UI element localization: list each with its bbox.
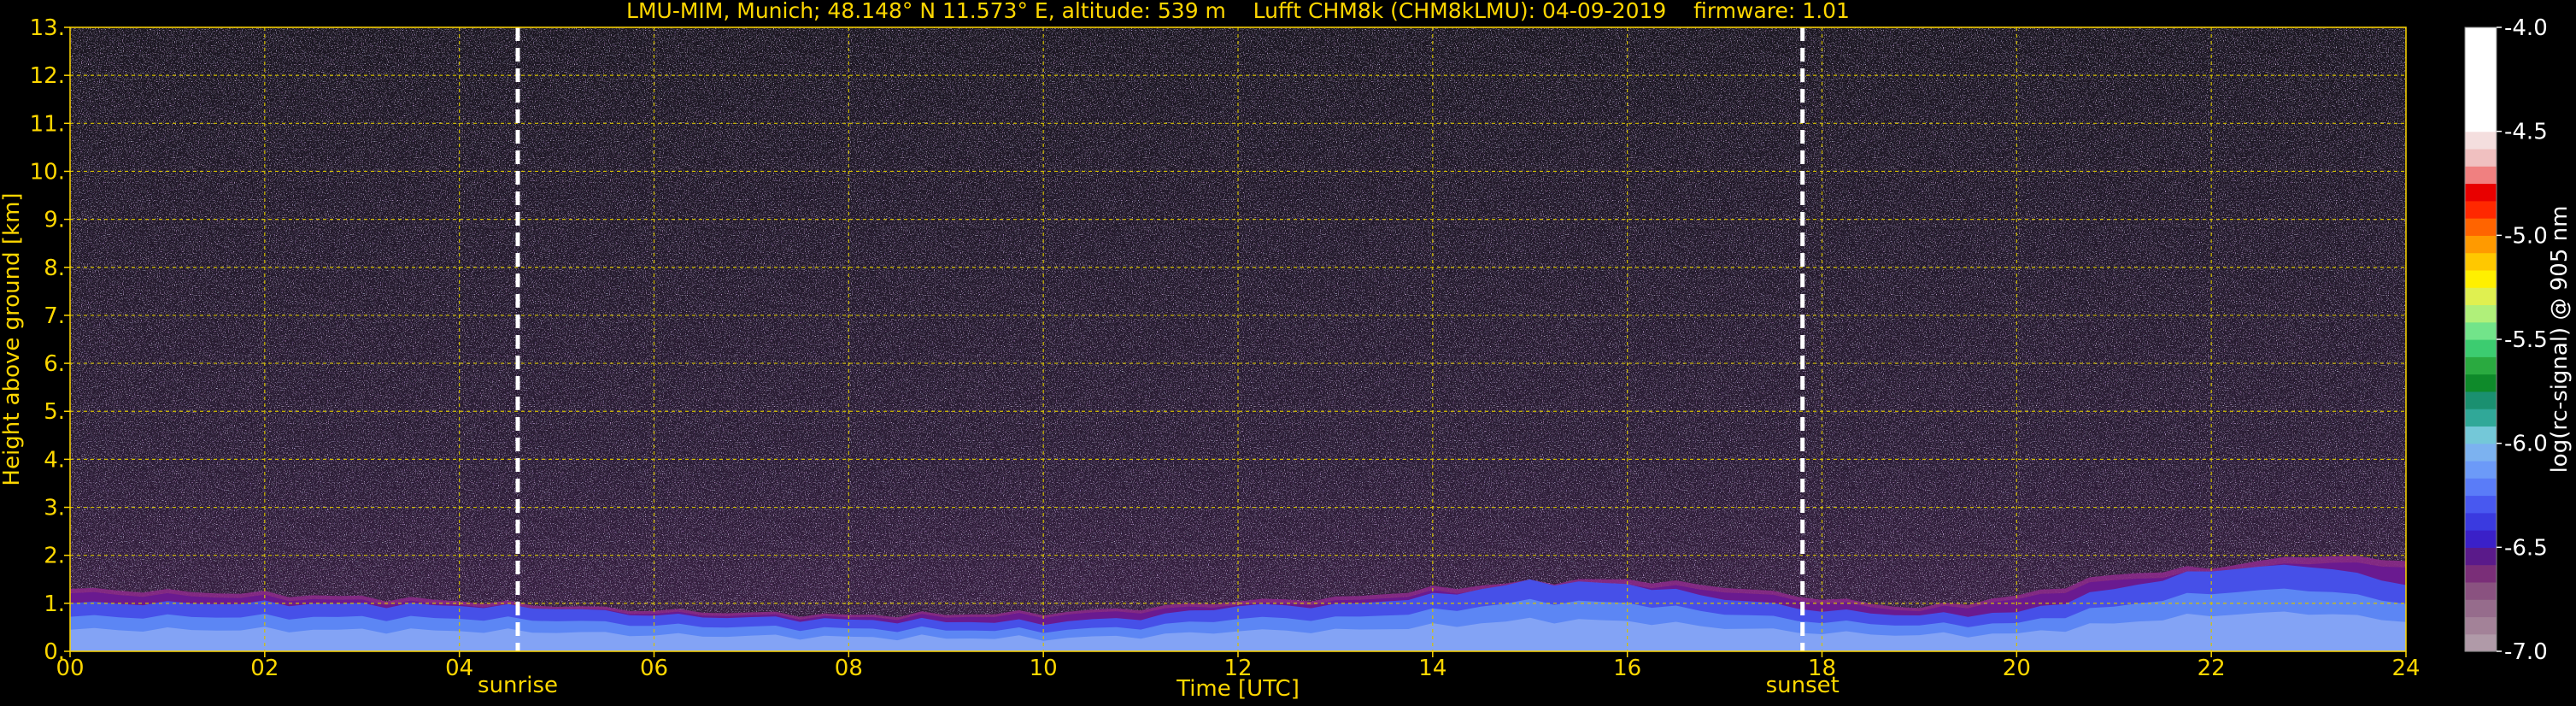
colorbar-swatch xyxy=(2465,27,2497,45)
x-tick-label: 16 xyxy=(1613,656,1641,681)
colorbar-swatch xyxy=(2465,287,2497,306)
x-tick-label: 04 xyxy=(445,656,473,681)
colorbar-swatch xyxy=(2465,530,2497,548)
x-tick-label: 14 xyxy=(1418,656,1446,681)
colorbar: -4.0 -4.5 -5.0 -5.5 -6.0 -6.5 -7.0 xyxy=(2464,15,2548,665)
y-axis: 0. 1. 2. 3. 4. 5. 6. 7. 8. 9. 10. 11. 12. 13. xyxy=(30,15,70,665)
colorbar-swatch xyxy=(2465,495,2497,514)
x-tick-label: 18 xyxy=(1808,656,1836,681)
y-tick-label: 13. xyxy=(30,15,65,41)
x-tick-label: 24 xyxy=(2391,656,2420,681)
plot-area xyxy=(70,27,2406,651)
y-axis-label: Height above ground [km] xyxy=(0,192,25,485)
y-tick-label: 9. xyxy=(44,208,65,233)
colorbar-swatch xyxy=(2465,460,2497,479)
x-tick-label: 20 xyxy=(2003,656,2031,681)
y-tick-label: 6. xyxy=(44,351,65,377)
y-tick-label: 8. xyxy=(44,256,65,281)
y-tick-label: 4. xyxy=(44,447,65,473)
colorbar-swatch xyxy=(2465,97,2497,115)
colorbar-swatch xyxy=(2465,616,2497,635)
sunrise-label: sunrise xyxy=(478,673,558,698)
x-tick-label: 02 xyxy=(250,656,279,681)
colorbar-swatch xyxy=(2465,478,2497,497)
colorbar-swatch xyxy=(2465,374,2497,392)
colorbar-tick-label: -5.5 xyxy=(2504,327,2548,353)
colorbar-swatch xyxy=(2465,148,2497,167)
colorbar-swatch xyxy=(2465,599,2497,618)
colorbar-swatch xyxy=(2465,321,2497,340)
y-tick-label: 2. xyxy=(44,544,65,569)
colorbar-swatch xyxy=(2465,79,2497,97)
y-tick-label: 12. xyxy=(30,63,65,89)
colorbar-tick-label: -5.0 xyxy=(2504,223,2548,249)
noise-overlay xyxy=(70,27,2406,651)
chart-title: LMU-MIM, Munich; 48.148° N 11.573° E, al… xyxy=(626,0,1850,23)
colorbar-swatch xyxy=(2465,581,2497,600)
colorbar-tick-label: -4.5 xyxy=(2504,120,2548,145)
colorbar-swatch xyxy=(2465,114,2497,132)
colorbar-swatch xyxy=(2465,356,2497,375)
y-tick-label: 0. xyxy=(44,639,65,665)
y-tick-label: 7. xyxy=(44,303,65,329)
colorbar-swatch xyxy=(2465,131,2497,150)
colorbar-tick-label: -6.0 xyxy=(2504,432,2548,457)
colorbar-swatch xyxy=(2465,633,2497,652)
y-tick-label: 5. xyxy=(44,399,65,425)
colorbar-swatch xyxy=(2465,512,2497,531)
ceilometer-chart: LMU-MIM, Munich; 48.148° N 11.573° E, al… xyxy=(0,0,2573,702)
colorbar-swatch xyxy=(2465,166,2497,185)
colorbar-swatch xyxy=(2465,547,2497,566)
x-tick-label: 10 xyxy=(1030,656,1058,681)
colorbar-swatch xyxy=(2465,443,2497,462)
x-tick-label: 22 xyxy=(2198,656,2226,681)
y-tick-label: 10. xyxy=(30,159,65,185)
colorbar-swatch xyxy=(2465,235,2497,254)
x-tick-label: 06 xyxy=(640,656,668,681)
x-tick-label: 08 xyxy=(835,656,863,681)
colorbar-swatch xyxy=(2465,183,2497,202)
y-tick-label: 3. xyxy=(44,496,65,521)
y-tick-label: 11. xyxy=(30,111,65,137)
colorbar-swatch xyxy=(2465,339,2497,357)
y-tick-label: 1. xyxy=(44,591,65,617)
colorbar-swatch xyxy=(2465,62,2497,80)
colorbar-swatch xyxy=(2465,391,2497,409)
colorbar-label: log(rc-signal) @ 905 nm xyxy=(2547,206,2573,474)
colorbar-swatch xyxy=(2465,218,2497,236)
colorbar-swatch xyxy=(2465,269,2497,288)
colorbar-tick-label: -4.0 xyxy=(2504,15,2548,41)
colorbar-swatch xyxy=(2465,426,2497,444)
colorbar-tick-label: -7.0 xyxy=(2504,639,2548,665)
colorbar-swatch xyxy=(2465,252,2497,271)
colorbar-swatch xyxy=(2465,304,2497,323)
colorbar-swatch xyxy=(2465,200,2497,219)
colorbar-swatch xyxy=(2465,409,2497,427)
x-axis-label: Time [UTC] xyxy=(1176,676,1300,702)
colorbar-swatch xyxy=(2465,564,2497,583)
colorbar-tick-label: -6.5 xyxy=(2504,535,2548,561)
colorbar-swatch xyxy=(2465,44,2497,63)
